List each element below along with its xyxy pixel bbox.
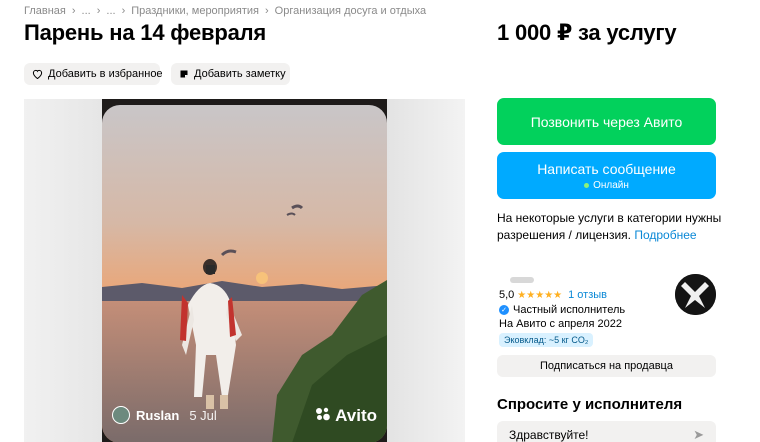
add-to-favorites-button[interactable]: Добавить в избранное [24, 63, 163, 85]
add-to-favorites-label: Добавить в избранное [48, 68, 163, 80]
call-button-label: Позвонить через Авито [530, 113, 683, 130]
ask-input-value: Здравствуйте! [509, 427, 589, 442]
breadcrumb-item-ellipsis[interactable]: ... [82, 5, 91, 17]
online-dot-icon [584, 182, 590, 188]
heart-icon [32, 69, 43, 79]
breadcrumb-item-ellipsis[interactable]: ... [106, 5, 115, 17]
price: 1 000 ₽ за услугу [497, 20, 677, 45]
seller-name-blurred[interactable] [510, 277, 534, 283]
avito-watermark-logo: Avito [315, 406, 377, 426]
subscribe-to-seller-button[interactable]: Подписаться на продавца [497, 355, 716, 377]
seller-type-label: Частный исполнитель [513, 304, 626, 316]
verified-check-icon: ✓ [499, 305, 509, 315]
chevron-right-icon: › [121, 5, 126, 17]
breadcrumb: Главная › ... › ... › Праздники, меропри… [24, 5, 426, 17]
photo-author: Ruslan [136, 407, 180, 423]
call-via-avito-button[interactable]: Позвонить через Авито [497, 98, 716, 145]
breadcrumb-item-home[interactable]: Главная [24, 5, 66, 17]
avito-logo-text: Avito [335, 406, 377, 425]
photo-date: 5 Jul [189, 407, 217, 423]
listing-photo [102, 105, 387, 442]
online-label: Онлайн [593, 179, 629, 191]
chevron-right-icon: › [265, 5, 269, 17]
author-avatar [112, 406, 130, 424]
photo-watermark: Ruslan 5 Jul [112, 406, 217, 424]
seller-avatar-image [675, 274, 716, 315]
seller-rating: 5,0 ★★★★★ 1 отзыв [499, 289, 607, 301]
sunset-photo-illustration [102, 105, 387, 442]
add-note-label: Добавить заметку [194, 68, 286, 80]
license-notice: На некоторые услуги в категории нужны ра… [497, 210, 727, 244]
breadcrumb-item-holidays[interactable]: Праздники, мероприятия [131, 5, 259, 17]
gallery-side-left [24, 99, 102, 442]
ask-message-input[interactable]: Здравствуйте! ➤ [497, 421, 716, 442]
photo-gallery[interactable]: Ruslan 5 Jul Avito [24, 99, 465, 442]
breadcrumb-item-leisure[interactable]: Организация досуга и отдыха [275, 5, 426, 17]
online-status: Онлайн [584, 180, 629, 191]
seller-avatar[interactable] [675, 274, 716, 315]
page-title: Парень на 14 февраля [24, 20, 267, 45]
rating-stars-icon: ★★★★★ [517, 289, 563, 301]
eco-contribution-badge[interactable]: Эковклад: ~5 кг CO₂ [499, 333, 594, 347]
send-icon[interactable]: ➤ [693, 427, 704, 442]
subscribe-label: Подписаться на продавца [540, 360, 673, 372]
message-button-label: Написать сообщение [537, 160, 676, 177]
rating-value: 5,0 [499, 289, 515, 301]
ask-seller-title: Спросите у исполнителя [497, 396, 683, 413]
seller-type: ✓ Частный исполнитель [499, 304, 625, 316]
write-message-button[interactable]: Написать сообщение Онлайн [497, 152, 716, 199]
seller-since: На Авито с апреля 2022 [499, 318, 622, 330]
note-icon [179, 69, 189, 79]
chevron-right-icon: › [71, 5, 76, 17]
gallery-side-right [387, 99, 465, 442]
chevron-right-icon: › [96, 5, 101, 17]
license-more-link[interactable]: Подробнее [634, 228, 696, 242]
avito-dots-icon [315, 406, 331, 426]
reviews-link[interactable]: 1 отзыв [568, 289, 607, 301]
add-note-button[interactable]: Добавить заметку [171, 63, 290, 85]
